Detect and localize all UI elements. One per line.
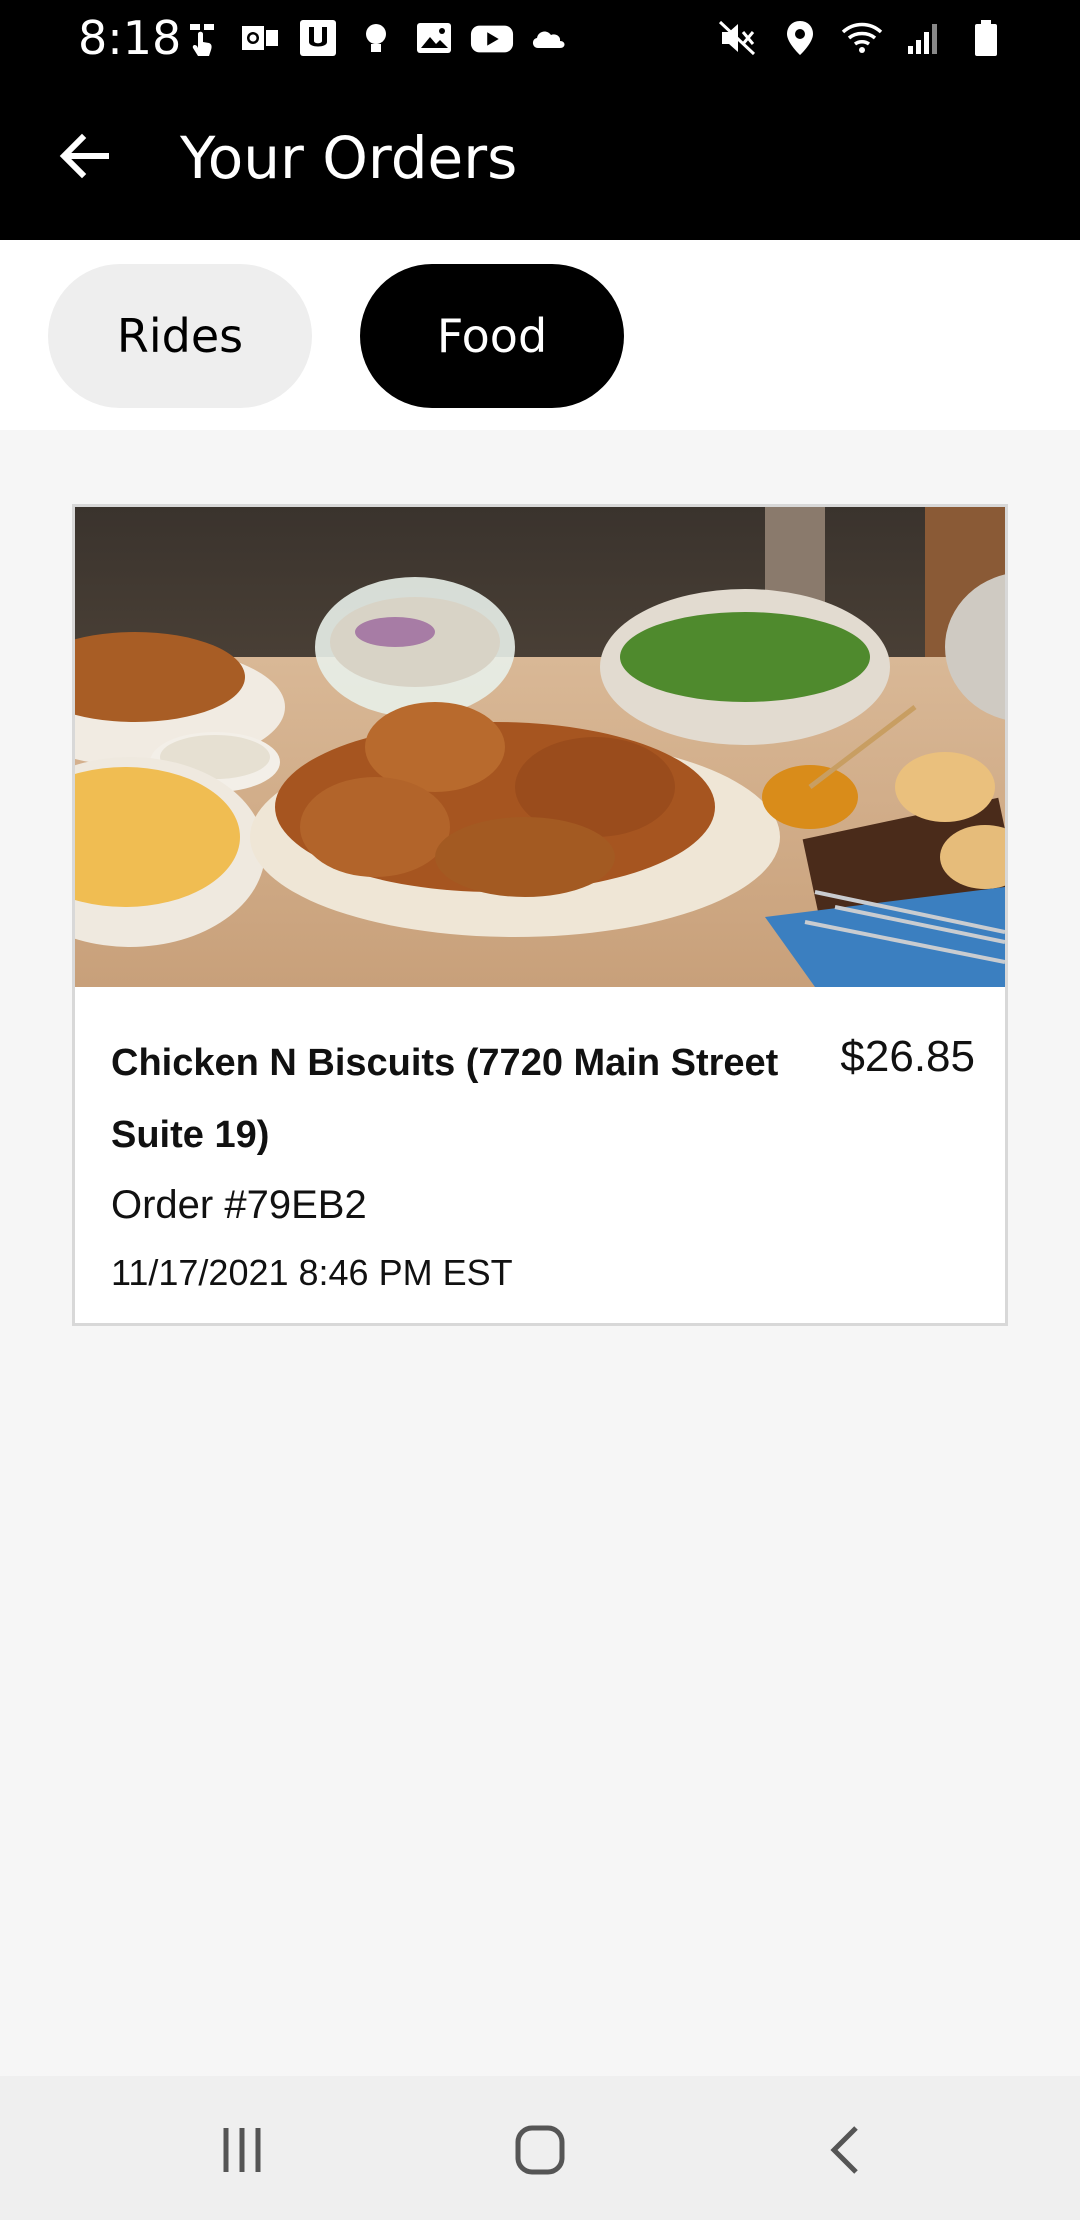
outlook-icon xyxy=(238,16,282,60)
home-icon xyxy=(510,2120,570,2185)
back-button[interactable] xyxy=(46,120,122,196)
nav-back-button[interactable] xyxy=(806,2112,886,2192)
nav-bar xyxy=(0,2076,1080,2220)
bulb-icon xyxy=(354,16,398,60)
location-icon xyxy=(778,16,822,60)
order-card[interactable]: Chicken N Biscuits (7720 Main Street Sui… xyxy=(72,504,1008,1326)
status-time: 8:18 xyxy=(78,11,182,65)
home-button[interactable] xyxy=(500,2112,580,2192)
recent-apps-button[interactable] xyxy=(202,2112,282,2192)
battery-icon xyxy=(964,16,1008,60)
recent-apps-icon xyxy=(212,2120,272,2185)
u-app-icon xyxy=(296,16,340,60)
page-title: Your Orders xyxy=(180,124,518,192)
youtube-icon xyxy=(470,16,514,60)
tab-rides[interactable]: Rides xyxy=(48,264,312,408)
app-bar: Your Orders xyxy=(0,76,1080,240)
order-date: 11/17/2021 8:46 PM EST xyxy=(111,1252,513,1293)
back-icon xyxy=(816,2120,876,2185)
status-bar: 8:18 xyxy=(0,0,1080,76)
status-icons-right xyxy=(716,14,1008,62)
tabs-bar: Rides Food xyxy=(0,240,1080,430)
order-number: Order #79EB2 xyxy=(111,1183,367,1227)
order-price: $26.85 xyxy=(840,1032,975,1081)
order-image xyxy=(75,507,1005,987)
arrow-left-icon xyxy=(56,128,112,189)
cloud-icon xyxy=(528,16,572,60)
signal-icon xyxy=(902,16,946,60)
status-icons-left xyxy=(180,14,572,62)
touch-icon xyxy=(180,16,224,60)
tab-food[interactable]: Food xyxy=(360,264,624,408)
wifi-icon xyxy=(840,16,884,60)
restaurant-name: Chicken N Biscuits (7720 Main Street Sui… xyxy=(111,1042,779,1156)
image-icon xyxy=(412,16,456,60)
mute-icon xyxy=(716,16,760,60)
